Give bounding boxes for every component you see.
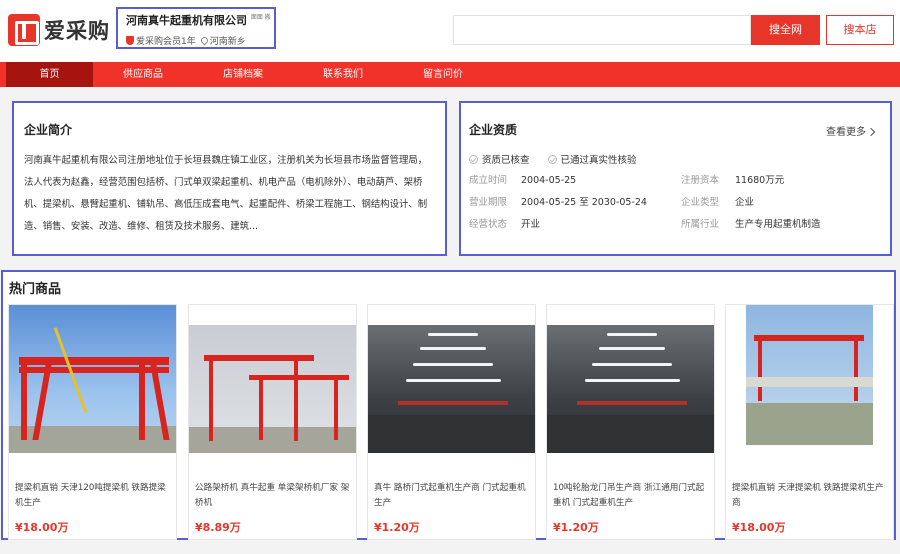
industry-label: 所属行业: [681, 219, 720, 230]
search-store-button[interactable]: 搜本店: [826, 15, 894, 45]
product-image[interactable]: [189, 325, 356, 453]
view-more-link[interactable]: 查看更多: [826, 123, 876, 138]
badge-qualification-verified: 资质已核查: [469, 152, 530, 166]
established-value: 2004-05-25: [521, 175, 577, 186]
product-price: ¥8.89万: [195, 521, 241, 534]
product-image[interactable]: [368, 325, 535, 453]
location-pin-icon: [199, 35, 210, 46]
product-price: ¥1.20万: [374, 521, 420, 534]
company-name[interactable]: 河南真牛起重机有限公司 面面 搬: [126, 12, 271, 28]
product-image[interactable]: [547, 325, 714, 453]
company-name-suffix: 面面 搬: [250, 14, 271, 21]
company-intro-panel: 企业简介 河南真牛起重机有限公司注册地址位于长垣县魏庄镇工业区，注册机关为长垣县…: [12, 101, 447, 256]
industry-value: 生产专用起重机制造: [735, 219, 821, 230]
company-meta: 爱采购会员1年 河南新乡: [126, 34, 266, 47]
product-price: ¥1.20万: [553, 521, 599, 534]
check-circle-icon: [547, 154, 557, 164]
product-price: ¥18.00万: [732, 521, 786, 534]
main-nav: 首页 供应商品 店铺档案 联系我们 留言问价: [0, 62, 900, 87]
product-card[interactable]: 10吨轮胎龙门吊生产商 浙江通用门式起重机 门式起重机生产 ¥1.20万: [546, 304, 715, 540]
product-card[interactable]: 真牛 路桥门式起重机生产商 门式起重机生产 ¥1.20万: [367, 304, 536, 540]
nav-item-home[interactable]: 首页: [6, 62, 93, 87]
badge-label: 已通过真实性核验: [560, 155, 637, 166]
info-row: 成立时间 2004-05-25 注册资本 11680万元: [469, 170, 880, 192]
search-input[interactable]: [453, 15, 751, 45]
status-label: 经营状态: [469, 219, 508, 230]
capital-label: 注册资本: [681, 175, 720, 186]
nav-item-store-profile[interactable]: 店铺档案: [193, 62, 293, 87]
company-qualification-panel: 企业资质 查看更多 资质已核查 已通过真实性核验 成立时间 2004-05-25…: [459, 101, 892, 256]
view-more-label: 查看更多: [826, 127, 866, 138]
hot-products-panel: 热门商品 提梁机直销 天津120吨提梁机 铁路提梁机生产 ¥18.00万 公路架…: [1, 270, 896, 540]
verification-badges: 资质已核查 已通过真实性核验: [469, 152, 880, 166]
company-info-grid: 成立时间 2004-05-25 注册资本 11680万元 营业期限 2004-0…: [469, 170, 880, 236]
top-header: 爱采购 河南真牛起重机有限公司 面面 搬 爱采购会员1年 河南新乡 搜全网 搜本…: [0, 0, 900, 62]
product-card[interactable]: 公路架桥机 真牛起重 单梁架桥机厂家 架桥机 ¥8.89万: [188, 304, 357, 540]
search-all-button[interactable]: 搜全网: [751, 15, 820, 45]
term-label: 营业期限: [469, 197, 508, 208]
term-value: 2004-05-25 至 2030-05-24: [521, 197, 647, 208]
company-info: 河南真牛起重机有限公司 面面 搬 爱采购会员1年 河南新乡: [116, 7, 276, 49]
company-location: 河南新乡: [209, 37, 246, 47]
company-type-value: 企业: [735, 197, 755, 208]
nav-item-products[interactable]: 供应商品: [93, 62, 193, 87]
logo-text: 爱采购: [44, 19, 110, 43]
logo-icon: [8, 14, 40, 46]
product-name[interactable]: 提梁机直销 天津120吨提梁机 铁路提梁机生产: [15, 481, 173, 511]
capital-value: 11680万元: [735, 175, 785, 186]
product-card[interactable]: 提梁机直销 天津提梁机 铁路提梁机生产商 ¥18.00万: [725, 304, 894, 540]
product-card[interactable]: 提梁机直销 天津120吨提梁机 铁路提梁机生产 ¥18.00万: [8, 304, 177, 540]
established-label: 成立时间: [469, 175, 508, 186]
product-name[interactable]: 提梁机直销 天津提梁机 铁路提梁机生产商: [732, 481, 890, 511]
company-name-text: 河南真牛起重机有限公司: [126, 14, 247, 27]
intro-text: 河南真牛起重机有限公司注册地址位于长垣县魏庄镇工业区，注册机关为长垣县市场监督管…: [24, 155, 428, 232]
company-type-label: 企业类型: [681, 197, 720, 208]
product-name[interactable]: 10吨轮胎龙门吊生产商 浙江通用门式起重机 门式起重机生产: [553, 481, 711, 511]
check-circle-icon: [469, 154, 478, 164]
site-logo[interactable]: 爱采购: [8, 14, 110, 46]
info-row: 经营状态 开业 所属行业 生产专用起重机制造: [469, 214, 880, 236]
product-price: ¥18.00万: [15, 521, 69, 534]
badge-label: 资质已核查: [482, 155, 530, 166]
intro-title: 企业简介: [24, 123, 73, 137]
product-name[interactable]: 真牛 路桥门式起重机生产商 门式起重机生产: [374, 481, 532, 511]
chevron-right-icon: [866, 127, 876, 137]
info-row: 营业期限 2004-05-25 至 2030-05-24 企业类型 企业: [469, 192, 880, 214]
qualification-title: 企业资质: [469, 123, 518, 137]
member-badge: 爱采购会员1年: [136, 37, 196, 47]
product-image[interactable]: [9, 305, 176, 453]
hot-products-title: 热门商品: [9, 282, 62, 297]
nav-item-contact[interactable]: 联系我们: [293, 62, 393, 87]
product-image[interactable]: [746, 305, 873, 445]
badge-authenticity-verified: 已通过真实性核验: [547, 152, 637, 166]
product-name[interactable]: 公路架桥机 真牛起重 单梁架桥机厂家 架桥机: [195, 481, 353, 511]
nav-item-inquiry[interactable]: 留言问价: [393, 62, 493, 87]
shield-icon: [126, 36, 134, 45]
status-value: 开业: [521, 219, 541, 230]
